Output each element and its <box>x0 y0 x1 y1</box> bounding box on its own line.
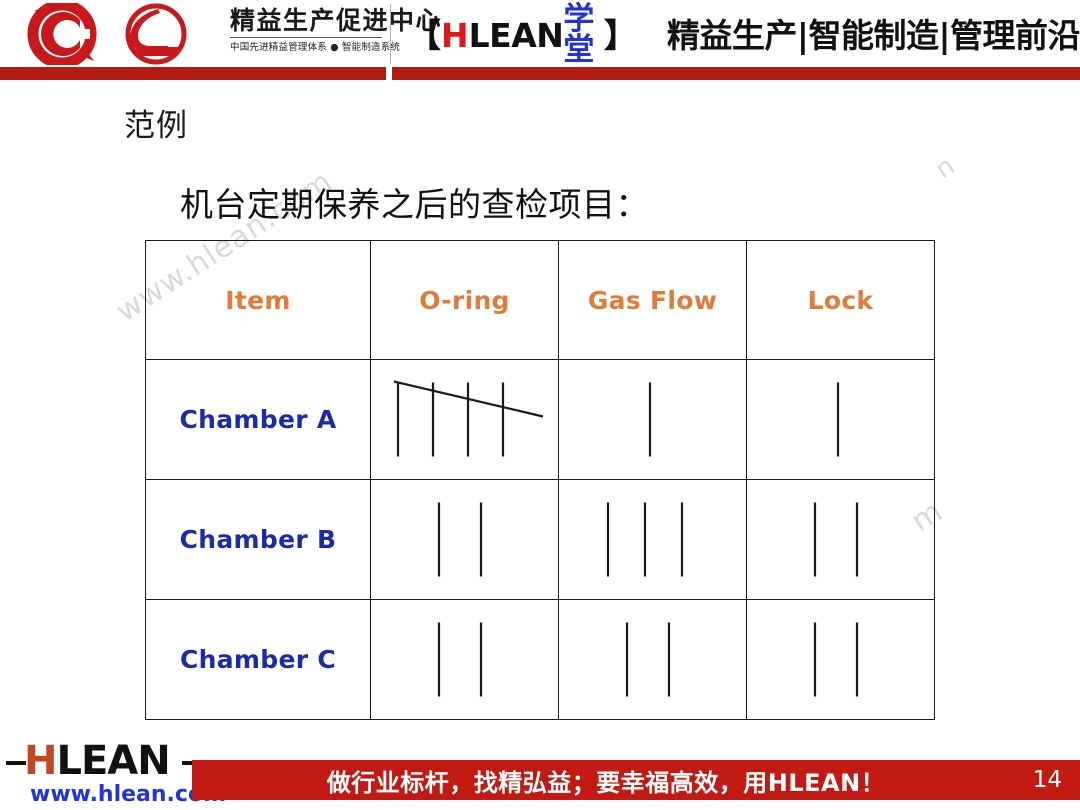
tally-marks <box>747 360 934 479</box>
tally-cell-gas_flow <box>558 479 747 600</box>
footer-slogan-bar: 做行业标杆，找精弘益；要幸福高效，用HLEAN！ 14 <box>192 760 1080 800</box>
check-sheet-table: Item O-ring Gas Flow Lock Chamber A Chamber B… <box>145 240 935 720</box>
header-divider <box>390 4 391 64</box>
table-row: Chamber B <box>145 479 935 600</box>
column-header-gas_flow: Gas Flow <box>558 240 747 360</box>
logo-wordmark: 精益生产促进中心 中国先进精益管理体系 ● 智能制造系统 <box>230 6 443 64</box>
page-subtitle: 机台定期保养之后的查检项目： <box>180 185 649 224</box>
company-logo: 精益生产促进中心 中国先进精益管理体系 ● 智能制造系统 <box>8 0 443 69</box>
page-number: 14 <box>1032 767 1062 793</box>
page-title: 范例 <box>124 108 188 144</box>
column-header-label: O-ring <box>419 285 510 315</box>
column-header-lock: Lock <box>746 240 935 360</box>
row-label: Chamber A <box>179 405 337 434</box>
column-header-label: Lock <box>807 285 874 315</box>
tally-marks <box>747 600 934 719</box>
logo-mark-icon <box>10 0 222 69</box>
column-header-label: Item <box>225 285 291 315</box>
tally-marks <box>371 480 558 599</box>
header-brand-area: 【H LEAN 学堂】 精益生产|智能制造|管理前沿 <box>408 4 1080 66</box>
tally-marks <box>559 360 746 479</box>
brand-xuetang: 学堂 <box>563 1 595 68</box>
watermark-fragment-top-right: n <box>930 150 962 186</box>
header-tagline: 精益生产|智能制造|管理前沿 <box>666 15 1080 55</box>
footer-logo-dash-left <box>6 761 26 765</box>
footer-logo-letters-lean: LEAN <box>56 738 170 784</box>
logo-title: 精益生产促进中心 <box>230 6 443 35</box>
row-label-cell: Chamber A <box>145 359 371 480</box>
tally-marks <box>559 600 746 719</box>
tally-marks <box>371 600 558 719</box>
tally-marks <box>559 480 746 599</box>
row-label-cell: Chamber C <box>145 599 371 720</box>
tally-marks <box>747 480 934 599</box>
tally-cell-oring <box>370 599 559 720</box>
brand-letters-lean: LEAN <box>468 15 564 55</box>
row-label: Chamber C <box>180 645 336 674</box>
tally-cell-gas_flow <box>558 359 747 480</box>
footer-logo-letter-h: H <box>24 738 57 784</box>
page-header: 精益生产促进中心 中国先进精益管理体系 ● 智能制造系统 【H LEAN 学堂】 精… <box>0 0 1080 82</box>
row-label: Chamber B <box>179 525 337 554</box>
tally-cell-lock <box>746 599 935 720</box>
footer-slogan: 做行业标杆，找精弘益；要幸福高效，用HLEAN！ <box>326 768 886 797</box>
tally-cell-lock <box>746 359 935 480</box>
table-header-row: Item O-ring Gas Flow Lock <box>145 240 935 360</box>
brand-letter-h: H <box>441 15 469 55</box>
column-header-item: Item <box>145 240 371 360</box>
table-row: Chamber A <box>145 359 935 480</box>
table-row: Chamber C <box>145 599 935 720</box>
column-header-label: Gas Flow <box>587 285 718 315</box>
row-label-cell: Chamber B <box>145 479 371 600</box>
tally-marks <box>371 360 558 479</box>
brand-bracket-close: 】 <box>603 15 637 55</box>
brand-bracket-open: 【 <box>408 15 441 55</box>
logo-subtitle: 中国先进精益管理体系 ● 智能制造系统 <box>230 42 401 53</box>
column-header-oring: O-ring <box>370 240 559 360</box>
tally-cell-lock <box>746 479 935 600</box>
tally-cell-oring <box>370 359 559 480</box>
header-accent-bar-right <box>392 67 1080 80</box>
footer-logo-wordmark: HLEAN <box>24 738 171 784</box>
tally-cell-oring <box>370 479 559 600</box>
logo-rule <box>230 37 382 38</box>
tally-cell-gas_flow <box>558 599 747 720</box>
header-accent-bar-left <box>0 67 386 80</box>
